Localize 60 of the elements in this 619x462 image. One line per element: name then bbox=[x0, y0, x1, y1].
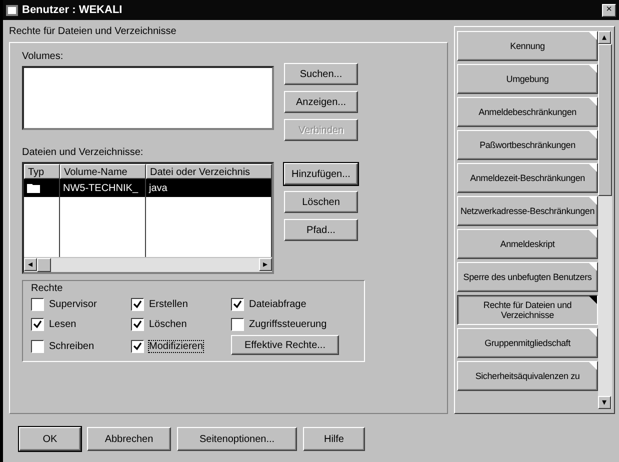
dialog-button[interactable]: Abbrechen bbox=[87, 427, 171, 451]
column-header[interactable]: Datei oder Verzeichnis bbox=[146, 164, 272, 179]
volumes-list[interactable] bbox=[22, 66, 274, 130]
checkbox[interactable] bbox=[131, 298, 144, 311]
page-tab[interactable]: Sicherheitsäquivalenzen zu bbox=[457, 361, 598, 391]
close-button[interactable]: × bbox=[602, 4, 616, 16]
dialog-button[interactable]: Seitenoptionen... bbox=[177, 427, 297, 451]
rights-label: Rechte bbox=[31, 283, 64, 294]
horizontal-scrollbar[interactable]: ◂ ▸ bbox=[24, 257, 272, 272]
checkbox[interactable] bbox=[131, 318, 144, 331]
table-cell: java bbox=[146, 179, 272, 197]
volume-button[interactable]: Suchen... bbox=[284, 63, 358, 85]
checkbox[interactable] bbox=[231, 298, 244, 311]
file-button[interactable]: Löschen bbox=[284, 191, 358, 213]
checkbox[interactable] bbox=[31, 340, 44, 353]
checkbox-label[interactable]: Löschen bbox=[148, 318, 188, 331]
checkbox[interactable] bbox=[31, 318, 44, 331]
scroll-down-button[interactable]: ▾ bbox=[598, 396, 611, 409]
window-icon bbox=[6, 4, 18, 16]
scroll-thumb[interactable] bbox=[598, 44, 612, 196]
page-tab[interactable]: Umgebung bbox=[457, 64, 598, 94]
dialog-button[interactable]: Hilfe bbox=[303, 427, 365, 451]
page-tab[interactable]: Gruppenmitgliedschaft bbox=[457, 328, 598, 358]
scroll-right-button[interactable]: ▸ bbox=[259, 258, 272, 271]
page-tab[interactable]: Netzwerkadresse-Beschränkungen bbox=[457, 196, 598, 226]
page-tab[interactable]: Anmeldezeit-Beschränkungen bbox=[457, 163, 598, 193]
page-tab[interactable]: Anmeldeskript bbox=[457, 229, 598, 259]
file-button[interactable]: Pfad... bbox=[284, 219, 358, 241]
page-tab[interactable]: Anmeldebeschränkungen bbox=[457, 97, 598, 127]
folder-icon bbox=[27, 183, 40, 193]
scroll-up-button[interactable]: ▴ bbox=[598, 31, 611, 44]
window-title: Benutzer : WEKALI bbox=[22, 4, 124, 16]
dialog-button[interactable]: OK bbox=[19, 427, 81, 451]
checkbox[interactable] bbox=[231, 318, 244, 331]
volume-button[interactable]: Anzeigen... bbox=[284, 91, 358, 113]
checkbox-label[interactable]: Modifizieren bbox=[148, 340, 204, 353]
checkbox[interactable] bbox=[31, 298, 44, 311]
files-label: Dateien und Verzeichnisse: bbox=[22, 147, 144, 159]
page-title: Rechte für Dateien und Verzeichnisse bbox=[9, 26, 178, 38]
checkbox-label[interactable]: Supervisor bbox=[48, 298, 98, 311]
table-cell: NW5-TECHNIK_ bbox=[60, 179, 146, 197]
file-button[interactable]: Hinzufügen... bbox=[284, 163, 358, 185]
checkbox-label[interactable]: Dateiabfrage bbox=[248, 298, 308, 311]
page-tab[interactable]: Paßwortbeschränkungen bbox=[457, 130, 598, 160]
column-header[interactable]: Typ bbox=[24, 164, 60, 179]
column-header[interactable]: Volume-Name bbox=[60, 164, 146, 179]
table-row[interactable]: NW5-TECHNIK_ java bbox=[24, 179, 272, 197]
page-tab[interactable]: Kennung bbox=[457, 31, 598, 61]
scroll-thumb[interactable] bbox=[37, 258, 51, 272]
checkbox[interactable] bbox=[131, 340, 144, 353]
effective-rights-button[interactable]: Effektive Rechte... bbox=[231, 335, 339, 355]
page-tab[interactable]: Sperre des unbefugten Benutzers bbox=[457, 262, 598, 292]
checkbox-label[interactable]: Schreiben bbox=[48, 340, 96, 353]
scroll-left-button[interactable]: ◂ bbox=[24, 258, 37, 271]
page-tab[interactable]: Rechte für Dateien und Verzeichnisse bbox=[457, 295, 598, 325]
checkbox-label[interactable]: Zugriffssteuerung bbox=[248, 318, 328, 331]
checkbox-label[interactable]: Erstellen bbox=[148, 298, 189, 311]
checkbox-label[interactable]: Lesen bbox=[48, 318, 78, 331]
volumes-label: Volumes: bbox=[22, 51, 64, 63]
vertical-scrollbar[interactable]: ▴ ▾ bbox=[598, 31, 612, 409]
